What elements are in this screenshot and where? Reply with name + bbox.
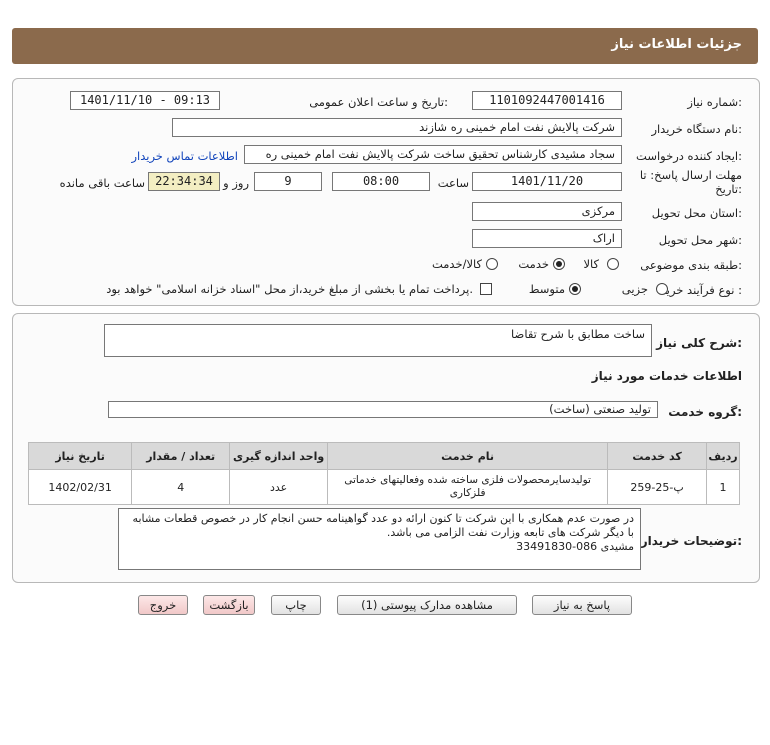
treasury-checkbox[interactable] [480, 283, 492, 295]
attachments-button[interactable]: مشاهده مدارک پیوستی (1) [337, 595, 517, 615]
process-label: نوع فرآیند خرید : [660, 283, 742, 297]
print-button[interactable]: چاپ [271, 595, 321, 615]
category-radio-service[interactable] [553, 258, 565, 270]
treasury-note: پرداخت تمام یا بخشی از مبلغ خرید،از محل … [106, 282, 473, 296]
province-field: مرکزی [472, 202, 622, 221]
remaining-time-field: 22:34:34 [148, 172, 220, 191]
buyer-org-field: شرکت پالایش نفت امام خمینی ره شازند [172, 118, 622, 137]
col-header-name: نام خدمت [327, 442, 609, 470]
back-button[interactable]: بازگشت [203, 595, 255, 615]
process-radio-minor[interactable] [656, 283, 668, 295]
table-header-row: ردیف کد خدمت نام خدمت واحد اندازه گیری ت… [27, 442, 740, 470]
services-table: ردیف کد خدمت نام خدمت واحد اندازه گیری ت… [27, 442, 740, 505]
process-medium-label: متوسط [528, 282, 565, 296]
process-radio-medium[interactable] [569, 283, 581, 295]
category-radio-goods-service[interactable] [486, 258, 498, 270]
deadline-date-field: 1401/11/20 [472, 172, 622, 191]
cell-row: 1 [706, 469, 740, 505]
category-service-label: خدمت [518, 257, 549, 271]
col-header-code: کد خدمت [607, 442, 708, 470]
remaining-label: ساعت باقی مانده [59, 176, 145, 190]
creator-label: ایجاد کننده درخواست: [636, 149, 742, 163]
table-row: 1 پ-25-259 تولیدسایرمحصولات فلزی ساخته ش… [27, 469, 740, 505]
cell-code: پ-25-259 [607, 469, 708, 505]
cell-unit: عدد [229, 469, 329, 505]
city-field: اراک [472, 229, 622, 248]
service-group-label: گروه خدمت: [668, 405, 742, 419]
creator-field: سجاد مشیدی کارشناس تحقیق ساخت شرکت پالای… [244, 145, 622, 164]
description-field: ساخت مطابق با شرح تقاضا [104, 324, 652, 357]
announce-field: 1401/11/10 - 09:13 [70, 91, 220, 110]
category-radio-goods[interactable] [607, 258, 619, 270]
announce-label: تاریخ و ساعت اعلان عمومی: [309, 95, 448, 109]
need-number-field: 1101092447001416 [472, 91, 622, 110]
cell-qty: 4 [131, 469, 231, 505]
buyer-notes-label: توضیحات خریدار: [640, 534, 742, 548]
deadline-time-label: ساعت [437, 176, 469, 190]
col-header-unit: واحد اندازه گیری [229, 442, 329, 470]
category-label: طبقه بندی موضوعی: [640, 258, 742, 272]
page-title: جزئیات اطلاعات نیاز [611, 37, 742, 52]
page-header: جزئیات اطلاعات نیاز [12, 28, 758, 64]
contact-buyer-link[interactable]: اطلاعات تماس خریدار [131, 149, 238, 163]
category-goods-label: کالا [583, 257, 599, 271]
category-goods-service-label: کالا/خدمت [431, 257, 482, 271]
buyer-org-label: نام دستگاه خریدار: [651, 122, 742, 136]
service-group-field: تولید صنعتی (ساخت) [108, 401, 658, 418]
days-label: روز و [223, 176, 249, 190]
exit-button[interactable]: خروج [138, 595, 188, 615]
services-section-title: اطلاعات خدمات مورد نیاز [591, 369, 742, 383]
deadline-label-2: تاریخ: [715, 182, 742, 196]
reply-button[interactable]: پاسخ به نیاز [532, 595, 632, 615]
cell-date: 1402/02/31 [27, 469, 133, 505]
cell-name: تولیدسایرمحصولات فلزی ساخته شده وفعالیته… [327, 469, 609, 505]
days-field: 9 [254, 172, 322, 191]
description-label: شرح کلی نیاز: [656, 336, 742, 350]
col-header-date: تاریخ نیاز [27, 442, 133, 470]
buyer-notes-field: در صورت عدم همکاری با این شرکت تا کنون ا… [118, 508, 641, 570]
deadline-time-field: 08:00 [332, 172, 430, 191]
col-header-row: ردیف [706, 442, 740, 470]
col-header-qty: تعداد / مقدار [131, 442, 231, 470]
deadline-label: مهلت ارسال پاسخ: تا [639, 168, 742, 182]
city-label: شهر محل تحویل: [658, 233, 742, 247]
province-label: استان محل تحویل: [651, 206, 742, 220]
process-minor-label: جزیی [621, 282, 648, 296]
need-number-label: شماره نیاز: [687, 95, 742, 109]
